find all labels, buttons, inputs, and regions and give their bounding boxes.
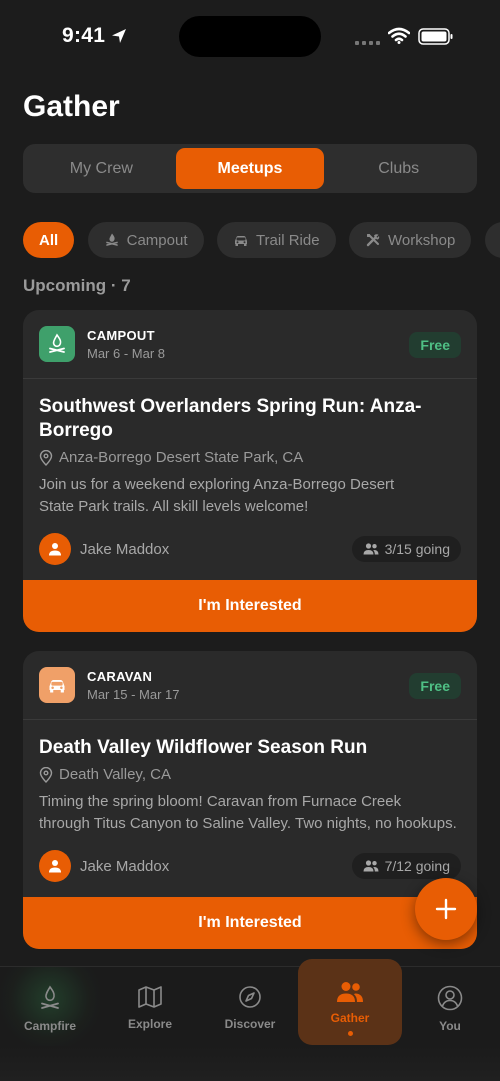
- car-icon: [234, 236, 247, 246]
- event-location-text: Anza-Borrego Desert State Park, CA: [59, 449, 304, 466]
- cellular-signal-icon: [355, 41, 380, 45]
- filter-chip-row: All Campout Trail Ride Workshop: [23, 222, 500, 258]
- people-icon: [363, 860, 379, 872]
- create-meetup-button[interactable]: [415, 878, 477, 940]
- plus-icon: [435, 898, 457, 920]
- price-badge: Free: [409, 332, 461, 358]
- wifi-icon: [388, 27, 410, 44]
- event-type-label: CAMPOUT: [87, 328, 155, 343]
- event-description-line: through Titus Canyon to Saline Valley. T…: [39, 815, 457, 832]
- event-meta: Jake Maddox 7/12 going: [39, 835, 461, 897]
- segment-my-crew[interactable]: My Crew: [27, 148, 176, 189]
- event-title: Death Valley Wildflower Season Run: [39, 737, 368, 758]
- event-type-badge: [39, 326, 75, 362]
- segment-meetups[interactable]: Meetups: [175, 148, 325, 189]
- compass-icon: [239, 986, 261, 1008]
- location-pin-icon: [39, 449, 53, 466]
- tab-you[interactable]: You: [400, 967, 500, 1047]
- event-card[interactable]: CAMPOUT Mar 6 - Mar 8 Free Southwest Ove…: [23, 310, 477, 632]
- attendee-count-badge: 7/12 going: [351, 853, 461, 879]
- host-name[interactable]: Jake Maddox: [80, 858, 169, 875]
- battery-icon: [418, 28, 453, 45]
- tab-label: Campfire: [23, 1019, 76, 1033]
- dynamic-island: [179, 16, 321, 57]
- event-type-badge: [39, 667, 75, 703]
- price-badge: Free: [409, 673, 461, 699]
- event-card-header: CARAVAN Mar 15 - Mar 17 Free: [23, 651, 477, 720]
- event-dates: Mar 6 - Mar 8: [87, 346, 166, 361]
- event-description-line: Timing the spring bloom! Caravan from Fu…: [39, 793, 402, 810]
- event-description-line: Join us for a weekend exploring Anza-Bor…: [39, 476, 395, 493]
- active-tab-indicator: [347, 1031, 353, 1036]
- chip-label: Campout: [126, 231, 188, 249]
- chip-label: All: [39, 231, 59, 249]
- tab-label: Explore: [127, 1017, 172, 1031]
- tab-discover[interactable]: Discover: [200, 967, 300, 1047]
- tab-label: You: [439, 1019, 461, 1033]
- chip-label: Trail Ride: [255, 231, 320, 249]
- event-location-text: Death Valley, CA: [59, 766, 171, 783]
- event-description: Join us for a weekend exploring Anza-Bor…: [39, 474, 461, 518]
- attendee-count-badge: 3/15 going: [351, 536, 461, 562]
- filter-chip-more[interactable]: [484, 222, 500, 258]
- segment-clubs[interactable]: Clubs: [324, 148, 473, 189]
- campfire-icon: [49, 333, 65, 353]
- event-card-body: Death Valley Wildflower Season Run Death…: [23, 720, 477, 897]
- host-avatar[interactable]: [39, 533, 71, 565]
- map-icon: [138, 986, 162, 1008]
- filter-chip-campout[interactable]: Campout: [87, 222, 204, 258]
- person-icon: [49, 543, 61, 556]
- interested-button[interactable]: I'm Interested: [23, 897, 477, 949]
- event-description-line: State Park trails. All skill levels welc…: [39, 498, 309, 515]
- people-icon: [337, 982, 363, 1002]
- event-type-label: CARAVAN: [87, 669, 153, 684]
- tab-label: Gather: [330, 1011, 370, 1025]
- campfire-icon: [105, 233, 118, 246]
- filter-chip-all[interactable]: All: [23, 222, 75, 258]
- status-time: 9:41: [62, 24, 106, 47]
- event-dates: Mar 15 - Mar 17: [87, 687, 180, 702]
- event-location: Death Valley, CA: [39, 766, 461, 783]
- campfire-icon: [41, 985, 59, 1009]
- person-icon: [49, 860, 61, 873]
- view-segmented-control: My Crew Meetups Clubs: [23, 144, 477, 193]
- attendee-count: 7/12 going: [384, 858, 450, 874]
- tab-campfire[interactable]: Campfire: [0, 967, 100, 1047]
- tools-icon: [366, 234, 380, 247]
- home-indicator-area: [0, 1046, 500, 1081]
- location-pin-icon: [39, 766, 53, 783]
- event-card-body: Southwest Overlanders Spring Run: Anza-B…: [23, 379, 477, 580]
- status-bar: 9:41: [0, 0, 500, 72]
- people-icon: [363, 543, 379, 555]
- attendee-count: 3/15 going: [384, 541, 450, 557]
- filter-chip-trail-ride[interactable]: Trail Ride: [216, 222, 336, 258]
- event-title: Southwest Overlanders Spring Run: Anza-B…: [39, 396, 422, 441]
- host-avatar[interactable]: [39, 850, 71, 882]
- event-meta: Jake Maddox 3/15 going: [39, 518, 461, 580]
- tab-gather[interactable]: Gather: [298, 959, 402, 1045]
- filter-chip-workshop[interactable]: Workshop: [349, 222, 472, 258]
- car-icon: [49, 680, 65, 693]
- bottom-tab-bar: Campfire Explore Discover Gather You: [0, 959, 500, 1081]
- person-circle-icon: [437, 985, 463, 1011]
- page-title: Gather: [23, 90, 120, 123]
- interested-button[interactable]: I'm Interested: [23, 580, 477, 632]
- event-location: Anza-Borrego Desert State Park, CA: [39, 449, 461, 466]
- event-card-header: CAMPOUT Mar 6 - Mar 8 Free: [23, 310, 477, 379]
- chip-label: Workshop: [388, 231, 456, 249]
- host-name[interactable]: Jake Maddox: [80, 541, 169, 558]
- tab-label: Discover: [224, 1017, 276, 1031]
- tab-explore[interactable]: Explore: [100, 967, 200, 1047]
- event-description: Timing the spring bloom! Caravan from Fu…: [39, 791, 461, 835]
- section-heading-upcoming: Upcoming · 7: [23, 276, 131, 295]
- event-card[interactable]: CARAVAN Mar 15 - Mar 17 Free Death Valle…: [23, 651, 477, 949]
- location-arrow-icon: [112, 29, 126, 43]
